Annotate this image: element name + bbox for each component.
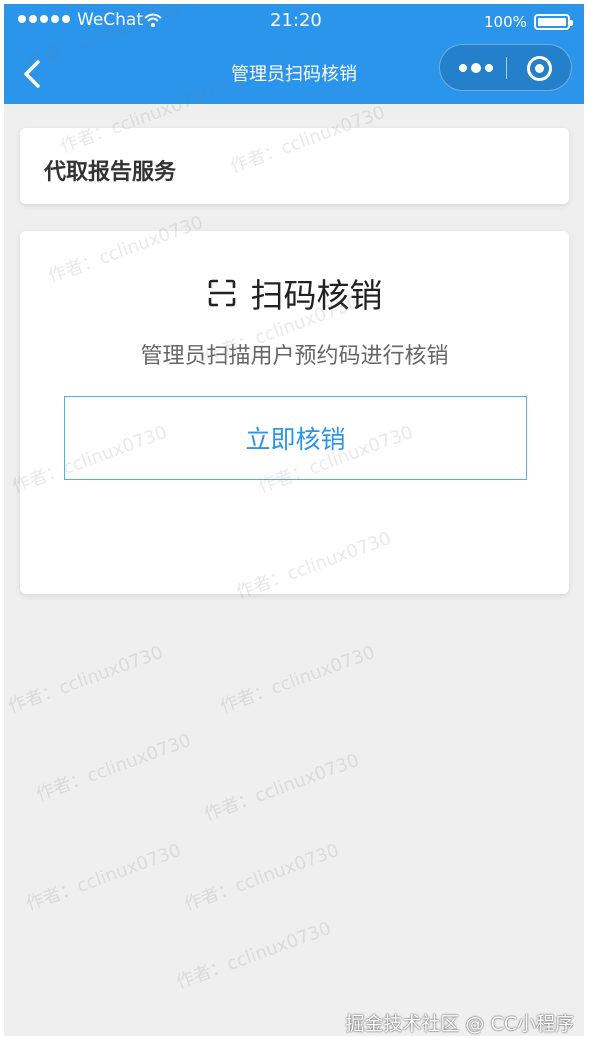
watermark: 作者：cclinux0730 [23,839,184,916]
status-bar: WeChat 21:20 100% [4,4,584,38]
signal-strength-icon [18,15,70,23]
carrier-name: WeChat [77,10,143,30]
battery-icon [534,14,573,30]
watermark: 作者：cclinux0730 [173,917,334,994]
status-time: 21:20 [270,10,322,31]
scan-card: 扫码核销 管理员扫描用户预约码进行核销 立即核销 [20,231,569,594]
top-bar: WeChat 21:20 100% 管理员扫码核销 [4,4,584,104]
verify-now-button[interactable]: 立即核销 [64,396,527,480]
watermark: 作者：cclinux0730 [201,749,362,826]
phone-screen: WeChat 21:20 100% 管理员扫码核销 代取报告服务 扫码核销 管理… [4,4,584,1036]
service-card: 代取报告服务 [20,128,569,204]
watermark: 作者：cclinux0730 [33,729,194,806]
service-title: 代取报告服务 [44,160,177,185]
battery-fill [538,18,566,26]
scan-header: 扫码核销 [20,269,569,317]
capsule-menu [439,44,572,91]
scan-description: 管理员扫描用户预约码进行核销 [140,344,449,369]
watermark: 作者：cclinux0730 [181,839,342,916]
wifi-icon [144,13,162,27]
target-ring-icon[interactable] [526,55,553,82]
more-dots-icon[interactable] [458,62,494,74]
watermark: 作者：cclinux0730 [217,641,378,718]
watermark: 作者：cclinux0730 [5,641,166,718]
capsule-divider [506,57,507,79]
battery-percent: 100% [484,13,527,31]
scan-frame-icon [208,279,235,307]
footer-credit: 掘金技术社区 @ CC小程序 [345,1013,574,1035]
scan-title: 扫码核销 [250,276,383,315]
